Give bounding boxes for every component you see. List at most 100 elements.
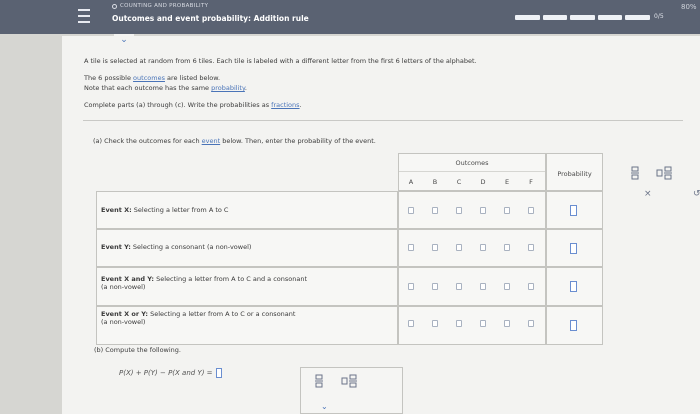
outcome-letter: C [456,178,462,186]
outcome-checkbox[interactable] [432,283,438,290]
outcome-checkbox[interactable] [408,320,414,327]
outcome-letter: B [432,178,438,186]
event-description: Selecting a letter from A to C or a cons… [148,310,296,318]
outcome-letter: E [504,178,510,186]
undo-icon[interactable]: ↺ [693,189,700,199]
outcome-checkbox[interactable] [408,244,414,251]
outcome-checkbox[interactable] [480,283,486,290]
event-link[interactable]: event [202,137,221,145]
progress-segment [570,15,595,20]
outcome-checkbox[interactable] [504,244,510,251]
part-b-label: (b) Compute the following. [94,346,181,354]
problem-line-instructions: Complete parts (a) through (c). Write th… [84,101,302,109]
progress-segment [542,15,568,20]
progress-segment [597,15,623,20]
outcomes-header: Outcomes [455,159,489,167]
outcome-checkbox[interactable] [408,207,414,214]
outcome-checkbox[interactable] [456,207,462,214]
topic-status-icon [112,3,117,9]
fractions-link[interactable]: fractions [271,101,299,109]
outcome-checkbox[interactable] [528,244,534,251]
outcomes-link[interactable]: outcomes [133,74,165,82]
formula-text: P(X) + P(Y) − P(X and Y) = [119,369,213,377]
topic-label: COUNTING AND PROBABILITY [112,3,208,9]
outcome-checkbox[interactable] [480,244,486,251]
outcome-checkbox[interactable] [456,244,462,251]
battery-indicator: 80% [681,3,697,11]
outcome-letter: F [529,178,533,186]
probability-input[interactable] [570,205,577,216]
outcome-checkbox[interactable] [504,283,510,290]
probability-link[interactable]: probability [211,84,245,92]
problem-line-outcomes: The 6 possible outcomes are listed below… [84,74,220,82]
text-fragment: are listed below. [164,74,221,82]
event-x-label: Event X: Selecting a letter from A to C [101,206,228,214]
top-header: COUNTING AND PROBABILITY Outcomes and ev… [0,0,700,34]
outcome-checkbox[interactable] [504,207,510,214]
event-name: Event X or Y: [101,310,149,318]
header-divider [399,171,545,172]
fraction-icon[interactable] [315,374,323,388]
outcome-checkbox[interactable] [480,320,486,327]
event-description: Selecting a consonant (a non-vowel) [130,243,252,251]
mixed-number-icon[interactable] [656,166,672,180]
chevron-down-icon[interactable]: ⌄ [321,402,328,411]
text-fragment: below. Then, enter the probability of th… [220,137,376,145]
text-fragment: Complete parts (a) through (c). Write th… [84,101,272,109]
problem-intro: A tile is selected at random from 6 tile… [84,57,477,65]
text-fragment: Note that each outcome has the same [84,84,212,92]
text-fragment: . [299,101,302,109]
row-checks-cell [398,229,546,267]
event-description-cont: (a non-vowel) [101,283,146,292]
progress-segment [625,15,650,20]
probability-input[interactable] [570,281,577,292]
outcome-checkbox[interactable] [528,207,534,214]
progress-segment [515,15,540,20]
progress-bar [515,15,650,20]
outcome-checkbox[interactable] [456,283,462,290]
divider [83,120,683,121]
event-description: Selecting a letter from A to C [131,206,229,214]
row-checks-cell [398,306,546,345]
row-checks-cell [398,267,546,306]
outcome-checkbox[interactable] [432,320,438,327]
outcome-letter: D [480,178,486,186]
event-description: Selecting a letter from A to C and a con… [154,275,308,283]
outcome-checkbox[interactable] [528,320,534,327]
probability-input[interactable] [570,243,577,254]
collapse-button[interactable]: ⌄ [114,34,134,46]
outcome-letter: A [408,178,414,186]
event-x-or-y-label: Event X or Y: Selecting a letter from A … [101,310,295,326]
outcome-checkbox[interactable] [408,283,414,290]
formula-answer-input[interactable] [215,368,222,378]
problem-line-probability: Note that each outcome has the same prob… [84,84,247,92]
outcome-checkbox[interactable] [504,320,510,327]
chevron-down-icon: ⌄ [120,34,128,45]
text-fragment: The 6 possible [84,74,134,82]
outcome-checkbox[interactable] [432,244,438,251]
event-name: Event X and Y: [101,275,155,283]
outcome-checkbox[interactable] [456,320,462,327]
part-b-formula: P(X) + P(Y) − P(X and Y) = [119,368,222,378]
answer-tool-panel: ⌄ [300,367,403,414]
probability-input[interactable] [570,320,577,331]
answer-toolbar: × ↺ [620,162,700,202]
fraction-icon[interactable] [631,166,639,180]
outcome-checkbox[interactable] [528,283,534,290]
event-description-cont: (a non-vowel) [101,318,146,327]
outcomes-table: Outcomes Probability A B C D E F Event X… [96,153,603,345]
progress-count: 0/5 [654,13,664,20]
outcome-checkbox[interactable] [480,207,486,214]
text-fragment: (a) Check the outcomes for each [93,137,202,145]
mixed-number-icon[interactable] [341,374,357,388]
part-a-prompt: (a) Check the outcomes for each event be… [93,137,376,145]
row-checks-cell [398,191,546,229]
event-x-and-y-label: Event X and Y: Selecting a letter from A… [101,275,307,291]
outcome-checkbox[interactable] [432,207,438,214]
event-y-label: Event Y: Selecting a consonant (a non-vo… [101,243,251,251]
text-fragment: . [244,84,247,92]
close-icon[interactable]: × [644,189,652,199]
event-name: Event Y: [101,243,131,251]
menu-icon[interactable] [78,9,90,23]
event-name: Event X: [101,206,132,214]
